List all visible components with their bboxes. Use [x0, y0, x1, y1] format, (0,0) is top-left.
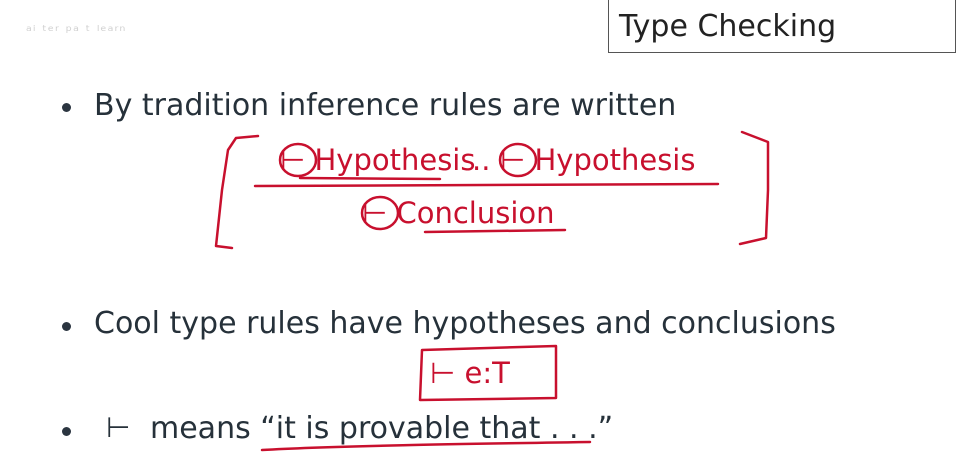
- bullet-dot-2: [62, 322, 71, 331]
- hyp-underline: [298, 176, 442, 181]
- hypothesis-1: ⊢ Hypothesis: [280, 143, 476, 177]
- hypothesis-dots: ..: [472, 143, 491, 177]
- conclusion-underline: [423, 228, 567, 234]
- right-bracket: [738, 130, 770, 246]
- hypothesis-2: ⊢ Hypothesis: [500, 143, 696, 177]
- bullet-2-text: Cool type rules have hypotheses and conc…: [94, 306, 836, 341]
- turnstile-icon: ⊢: [106, 411, 131, 444]
- inference-bar: [253, 182, 720, 188]
- title-box: Type Checking: [608, 0, 956, 53]
- bullet-dot-1: [62, 103, 71, 112]
- bullet-dot-3: [62, 427, 71, 436]
- watermark-logo: ᵃⁱ ᵗᵉʳ ᵖᵃ ᵗ ˡᵉᵃʳⁿ: [26, 22, 127, 40]
- conclusion: ⊢ Conclusion: [362, 196, 555, 230]
- left-bracket: [214, 134, 260, 250]
- bullet-1-text: By tradition inference rules are written: [94, 88, 677, 123]
- slide-title: Type Checking: [619, 9, 837, 44]
- bullet-3-text: means “it is provable that . . .”: [150, 411, 614, 446]
- judgment-annotation: ⊢ e:T: [430, 356, 510, 390]
